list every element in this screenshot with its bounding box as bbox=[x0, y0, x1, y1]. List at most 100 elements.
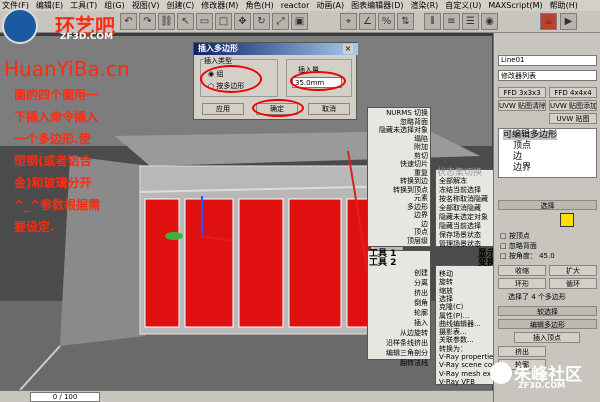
quad-item[interactable]: 翻转法线 bbox=[400, 359, 428, 368]
quad-item[interactable]: 创建 bbox=[414, 269, 428, 278]
insert-vertex-button[interactable]: 插入顶点 bbox=[514, 332, 580, 343]
spinner-snap-icon[interactable]: ⇅ bbox=[397, 13, 414, 30]
quad-item[interactable]: 沿样条线挤出 bbox=[386, 339, 428, 348]
extrude-button[interactable]: 挤出 bbox=[498, 346, 546, 357]
max-app: 文件(F) 编辑(E) 工具(T) 组(G) 视图(V) 创建(C) 修改器(M) 角色(H)… bbox=[0, 0, 600, 402]
glass-pane bbox=[238, 198, 284, 328]
material-icon[interactable]: ◉ bbox=[481, 13, 498, 30]
quad-menu-right-top: 全部解冻 冻结当前选择 按名称取消隐藏 全部取消隐藏 隐藏未选定对象 隐藏当前选择 保存场景… bbox=[435, 169, 495, 249]
select-rollout[interactable]: 选择 bbox=[498, 200, 597, 210]
instruction-line: 塑钢(或者铝合 bbox=[14, 154, 92, 168]
insert-polygon-dialog: 插入多边形 × 插入类型 ◉ 组 ○ 按多边形 插入量 35.0mm 应用 确定… bbox=[193, 42, 358, 120]
quad-item[interactable]: 全部取消隐藏 bbox=[439, 204, 481, 213]
instruction-line: ^_^参数根据需 bbox=[14, 198, 101, 212]
ffd4-button[interactable]: FFD 4x4x4 bbox=[549, 87, 597, 98]
angle-snap-icon[interactable]: ∠ bbox=[359, 13, 376, 30]
time-slider[interactable]: 0 / 100 bbox=[30, 392, 100, 402]
menu-item[interactable]: MAXScript(M) bbox=[488, 1, 542, 10]
ring-button[interactable]: 环形 bbox=[498, 278, 546, 289]
quad-item[interactable]: 隐藏未选定对象 bbox=[439, 213, 488, 222]
quad-item[interactable]: 轮廓 bbox=[414, 309, 428, 318]
quad-item[interactable]: 保存场景状态 bbox=[439, 231, 481, 240]
instruction-line: 金)和玻璃分开 bbox=[14, 176, 92, 190]
snap-icon[interactable]: ⌖ bbox=[340, 13, 357, 30]
grow-button[interactable]: 扩大 bbox=[549, 265, 597, 276]
stack-item[interactable]: 可编辑多边形 bbox=[503, 131, 558, 140]
stack-item[interactable]: 顶点 bbox=[513, 142, 531, 151]
quad-item[interactable]: 分离 bbox=[414, 279, 428, 288]
align-icon[interactable]: ≡ bbox=[443, 13, 460, 30]
cancel-button[interactable]: 取消 bbox=[308, 103, 350, 115]
quad-item[interactable]: 顶层级 bbox=[407, 237, 428, 246]
menu-item[interactable]: 自定义(U) bbox=[445, 0, 481, 11]
menu-item[interactable]: 视图(V) bbox=[132, 0, 160, 11]
uvw-map-button[interactable]: UVW 贴图 bbox=[549, 113, 597, 124]
edit-poly-rollout[interactable]: 编辑多边形 bbox=[498, 319, 597, 329]
logo-sub: ZF3D.COM bbox=[60, 32, 114, 42]
quad-item[interactable]: 隐藏当前选择 bbox=[439, 222, 481, 231]
highlight-ring bbox=[290, 71, 346, 91]
highlight-ring bbox=[252, 99, 304, 117]
glass-pane bbox=[288, 198, 342, 328]
uvw-clear-button[interactable]: UVW 贴图清除 bbox=[498, 100, 546, 111]
quick-render-icon[interactable]: ▶ bbox=[560, 13, 577, 30]
close-icon[interactable]: × bbox=[343, 44, 353, 54]
scale-icon[interactable]: ⤢ bbox=[272, 13, 289, 30]
menu-item[interactable]: 图表编辑器(D) bbox=[351, 0, 403, 11]
quad-item[interactable]: 按名称取消隐藏 bbox=[439, 195, 488, 204]
uvw-add-button[interactable]: UVW 贴图添加 bbox=[549, 100, 597, 111]
quad-item[interactable]: 插入 bbox=[414, 319, 428, 328]
instruction-line: 一个多边形.使 bbox=[14, 132, 91, 146]
quad-item[interactable]: 挤出 bbox=[414, 289, 428, 298]
layer-icon[interactable]: ☰ bbox=[462, 13, 479, 30]
quad-item[interactable]: 从边旋转 bbox=[400, 329, 428, 338]
gizmo-axis-y bbox=[165, 232, 183, 240]
move-icon[interactable]: ✥ bbox=[234, 13, 251, 30]
mirror-icon[interactable]: ⫴ bbox=[424, 13, 441, 30]
menu-item[interactable]: 渲染(R) bbox=[410, 0, 438, 11]
menu-item[interactable]: 动画(A) bbox=[316, 0, 344, 11]
selection-status: 选择了 4 个多边形 bbox=[508, 293, 566, 301]
percent-snap-icon[interactable]: % bbox=[378, 13, 395, 30]
rotate-icon[interactable]: ↻ bbox=[253, 13, 270, 30]
stack-item[interactable]: 边界 bbox=[513, 164, 531, 173]
highlight-ring bbox=[200, 65, 262, 93]
menu-item[interactable]: 修改器(M) bbox=[201, 0, 238, 11]
stack-item[interactable]: 边 bbox=[513, 153, 522, 162]
instruction-text: 面的四个面用一 下插入命令插入 一个多边形.使 塑钢(或者铝合 金)和玻璃分开 ^_^参数… bbox=[14, 84, 104, 238]
quad-item[interactable]: V-Ray VFB bbox=[439, 378, 475, 387]
soft-select-rollout[interactable]: 软选择 bbox=[498, 306, 597, 316]
quad-menu-left: NURMS 切换 忽略背面 隐藏未选择对象 塌陷 附加 剪切 快速切片 重复 转换到边 转换到顶点… bbox=[367, 107, 431, 247]
apply-button[interactable]: 应用 bbox=[202, 103, 244, 115]
glass-pane bbox=[184, 198, 234, 328]
quad-item[interactable]: 全部解冻 bbox=[439, 177, 467, 186]
by-angle-check[interactable]: □ 按角度： 45.0 bbox=[500, 251, 555, 261]
polygon-select-icon[interactable] bbox=[560, 213, 574, 227]
region-select-icon[interactable]: ▭ bbox=[196, 13, 213, 30]
menu-item[interactable]: 创建(C) bbox=[166, 0, 194, 11]
rect-region-icon[interactable]: □ bbox=[215, 13, 232, 30]
select-icon[interactable]: ↖ bbox=[177, 13, 194, 30]
object-name-input[interactable]: Line01 bbox=[498, 55, 597, 66]
undo-icon[interactable]: ↶ bbox=[120, 13, 137, 30]
redo-icon[interactable]: ↷ bbox=[139, 13, 156, 30]
ignore-back-check[interactable]: □ 忽略背面 bbox=[500, 241, 537, 251]
ffd3-button[interactable]: FFD 3x3x3 bbox=[498, 87, 546, 98]
quad-item[interactable]: 编辑三角剖分 bbox=[386, 349, 428, 358]
menu-item[interactable]: 角色(H) bbox=[245, 0, 273, 11]
quad-item[interactable]: 管理场景状态 bbox=[439, 240, 481, 249]
modifier-list[interactable]: 修改器列表 bbox=[498, 70, 597, 81]
render-icon[interactable]: ☕ bbox=[540, 13, 557, 30]
view-icon[interactable]: ▣ bbox=[291, 13, 308, 30]
quad-item[interactable]: 倒角 bbox=[414, 299, 428, 308]
shrink-button[interactable]: 收缩 bbox=[498, 265, 546, 276]
logo-icon bbox=[2, 8, 38, 44]
modifier-stack[interactable]: 可编辑多边形顶点边边界 bbox=[498, 128, 597, 178]
link-icon[interactable]: ⛓ bbox=[158, 13, 175, 30]
menu-item[interactable]: 帮助(H) bbox=[550, 0, 578, 11]
loop-button[interactable]: 循环 bbox=[549, 278, 597, 289]
menu-item[interactable]: reactor bbox=[281, 1, 310, 10]
by-vertex-check[interactable]: □ 按顶点 bbox=[500, 231, 530, 241]
quad-item[interactable]: 冻结当前选择 bbox=[439, 186, 481, 195]
instruction-line: 面的四个面用一 bbox=[14, 88, 99, 102]
